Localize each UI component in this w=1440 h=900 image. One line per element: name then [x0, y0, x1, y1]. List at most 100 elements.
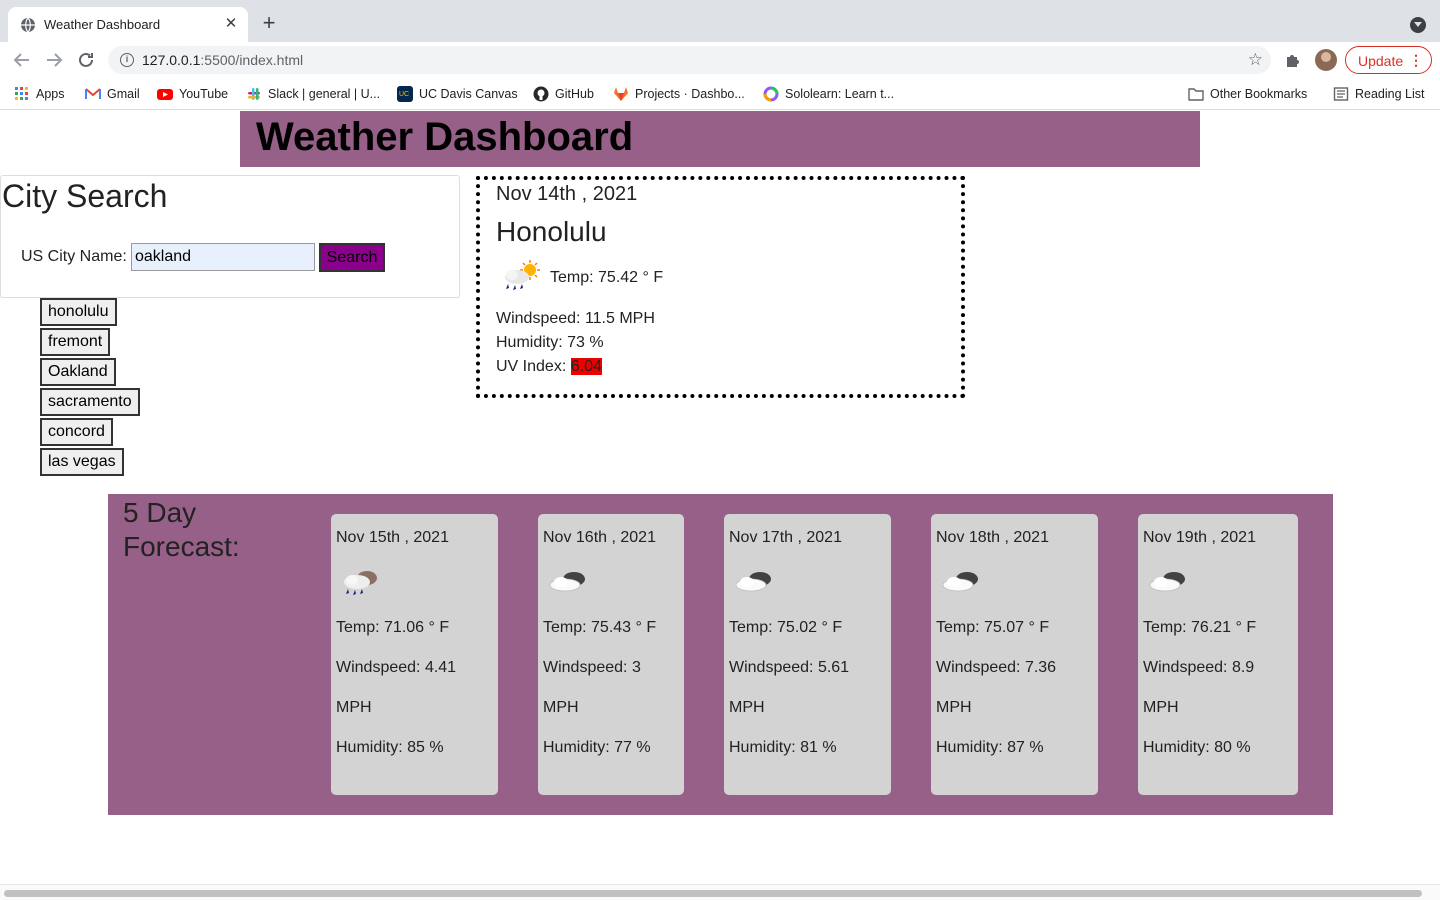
extensions-puzzle-icon[interactable] [1284, 51, 1302, 69]
profile-avatar[interactable] [1315, 49, 1337, 71]
cloud-icon [549, 572, 585, 592]
city-search-input[interactable] [131, 243, 315, 271]
forward-icon[interactable] [42, 48, 66, 72]
reload-icon[interactable] [74, 48, 98, 72]
tab-title: Weather Dashboard [44, 17, 161, 32]
cloud-icon [1149, 572, 1185, 592]
bookmark-label: Slack | general | U... [268, 87, 381, 101]
forecast-wind-unit: MPH [1143, 699, 1179, 716]
bookmark-youtube[interactable]: YouTube [157, 86, 228, 102]
apps-grid-icon [15, 87, 28, 100]
scrollbar-thumb[interactable] [4, 890, 1422, 897]
browser-tab[interactable]: Weather Dashboard ✕ [8, 7, 248, 42]
forecast-wind-unit: MPH [729, 699, 765, 716]
forecast-windspeed: Windspeed: 3 [543, 659, 641, 676]
rain-sun-icon [505, 260, 540, 290]
current-weather-card: Nov 14th , 2021 Honolulu Temp: 75.42 ° F… [476, 176, 965, 398]
back-icon[interactable] [10, 48, 34, 72]
address-bar[interactable]: i 127.0.0.1:5500/index.html ☆ [108, 46, 1271, 74]
bookmark-label: Projects · Dashbo... [635, 87, 745, 101]
github-icon [533, 86, 549, 102]
bookmark-uc-davis-canvas[interactable]: UC UC Davis Canvas [397, 86, 518, 102]
city-search-panel: City Search US City Name: Search [0, 175, 460, 298]
youtube-icon [157, 89, 173, 100]
forecast-humidity: Humidity: 81 % [729, 739, 837, 756]
history-button-oakland[interactable]: Oakland [40, 358, 116, 386]
url-text[interactable]: 127.0.0.1:5500/index.html [142, 52, 303, 68]
forecast-temp: Temp: 75.02 ° F [729, 619, 843, 636]
other-bookmarks[interactable]: Other Bookmarks [1188, 86, 1307, 102]
other-bookmarks-label: Other Bookmarks [1210, 87, 1308, 101]
forecast-windspeed: Windspeed: 4.41 [336, 659, 457, 676]
city-name-label: US City Name: [21, 248, 127, 265]
cloud-icon [942, 572, 978, 592]
history-button-las-vegas[interactable]: las vegas [40, 448, 124, 476]
forecast-date: Nov 18th , 2021 [936, 529, 1049, 546]
five-day-forecast: 5 Day Forecast: Nov 15th , 2021 Temp: 71… [108, 494, 1333, 815]
uc-davis-icon: UC [397, 86, 413, 102]
forecast-temp: Temp: 75.43 ° F [543, 619, 657, 636]
bookmark-label: YouTube [179, 87, 229, 101]
slack-icon [248, 88, 260, 100]
reading-list-icon [1333, 87, 1349, 101]
bookmark-slack[interactable]: Slack | general | U... [246, 86, 380, 102]
forecast-card: Nov 15th , 2021 Temp: 71.06 ° F Windspee… [331, 514, 498, 795]
bookmark-apps[interactable]: Apps [14, 86, 65, 102]
bookmarks-bar: Apps Gmail YouTube Slack | general | U..… [0, 78, 1440, 110]
forecast-temp: Temp: 76.21 ° F [1143, 619, 1257, 636]
horizontal-scrollbar[interactable] [0, 884, 1440, 900]
new-tab-button[interactable]: + [258, 12, 280, 34]
forecast-title: 5 Day Forecast: [123, 497, 240, 562]
forecast-windspeed: Windspeed: 8.9 [1143, 659, 1255, 676]
forecast-card: Nov 19th , 2021 Temp: 76.21 ° F Windspee… [1138, 514, 1298, 795]
forecast-humidity: Humidity: 85 % [336, 739, 444, 756]
history-button-concord[interactable]: concord [40, 418, 113, 446]
site-info-icon[interactable]: i [120, 53, 134, 67]
globe-icon [21, 17, 35, 33]
current-city: Honolulu [496, 216, 607, 247]
page-header: Weather Dashboard [240, 111, 1200, 167]
forecast-temp: Temp: 71.06 ° F [336, 619, 450, 636]
svg-text:UC: UC [399, 91, 409, 98]
forecast-wind-unit: MPH [336, 699, 372, 716]
reading-list[interactable]: Reading List [1333, 86, 1425, 102]
bookmark-gmail[interactable]: Gmail [85, 86, 140, 102]
history-button-fremont[interactable]: fremont [40, 328, 111, 356]
current-humidity: Humidity: 73 % [496, 334, 604, 351]
url-path: :5500/index.html [200, 52, 304, 68]
bookmark-sololearn[interactable]: Sololearn: Learn t... [763, 86, 894, 102]
url-host: 127.0.0.1 [142, 52, 201, 68]
forecast-windspeed: Windspeed: 7.36 [936, 659, 1057, 676]
update-button[interactable]: Update ⋮ [1345, 46, 1432, 74]
current-date: Nov 14th , 2021 [496, 183, 638, 205]
bookmark-label: Gmail [107, 87, 140, 101]
bookmark-star-icon[interactable]: ☆ [1248, 50, 1263, 70]
page-title: Weather Dashboard [256, 115, 634, 159]
cloud-icon [735, 572, 771, 592]
current-windspeed: Windspeed: 11.5 MPH [496, 310, 655, 327]
forecast-date: Nov 17th , 2021 [729, 529, 842, 546]
close-tab-icon[interactable]: ✕ [222, 15, 240, 33]
forecast-card: Nov 17th , 2021 Temp: 75.02 ° F Windspee… [724, 514, 891, 795]
tab-search-icon[interactable] [1410, 17, 1426, 33]
forecast-humidity: Humidity: 80 % [1143, 739, 1251, 756]
bookmark-gitlab-projects[interactable]: Projects · Dashbo... [613, 86, 745, 102]
search-button[interactable]: Search [319, 243, 385, 272]
forecast-humidity: Humidity: 87 % [936, 739, 1044, 756]
current-uv-index: UV Index: 6.04 [496, 358, 602, 376]
forecast-wind-unit: MPH [543, 699, 579, 716]
history-button-honolulu[interactable]: honolulu [40, 298, 117, 326]
uv-value-badge: 6.04 [570, 358, 602, 375]
bookmark-github[interactable]: GitHub [533, 86, 594, 102]
bookmark-label: Sololearn: Learn t... [785, 87, 895, 101]
forecast-card: Nov 18th , 2021 Temp: 75.07 ° F Windspee… [931, 514, 1098, 795]
forecast-card: Nov 16th , 2021 Temp: 75.43 ° F Windspee… [538, 514, 684, 795]
gitlab-icon [614, 87, 628, 101]
forecast-windspeed: Windspeed: 5.61 [729, 659, 850, 676]
gmail-icon [85, 88, 101, 99]
browser-toolbar: i 127.0.0.1:5500/index.html ☆ Update ⋮ [0, 42, 1440, 78]
folder-icon [1188, 88, 1204, 101]
history-button-sacramento[interactable]: sacramento [40, 388, 140, 416]
menu-dots-icon: ⋮ [1409, 52, 1423, 68]
forecast-humidity: Humidity: 77 % [543, 739, 651, 756]
